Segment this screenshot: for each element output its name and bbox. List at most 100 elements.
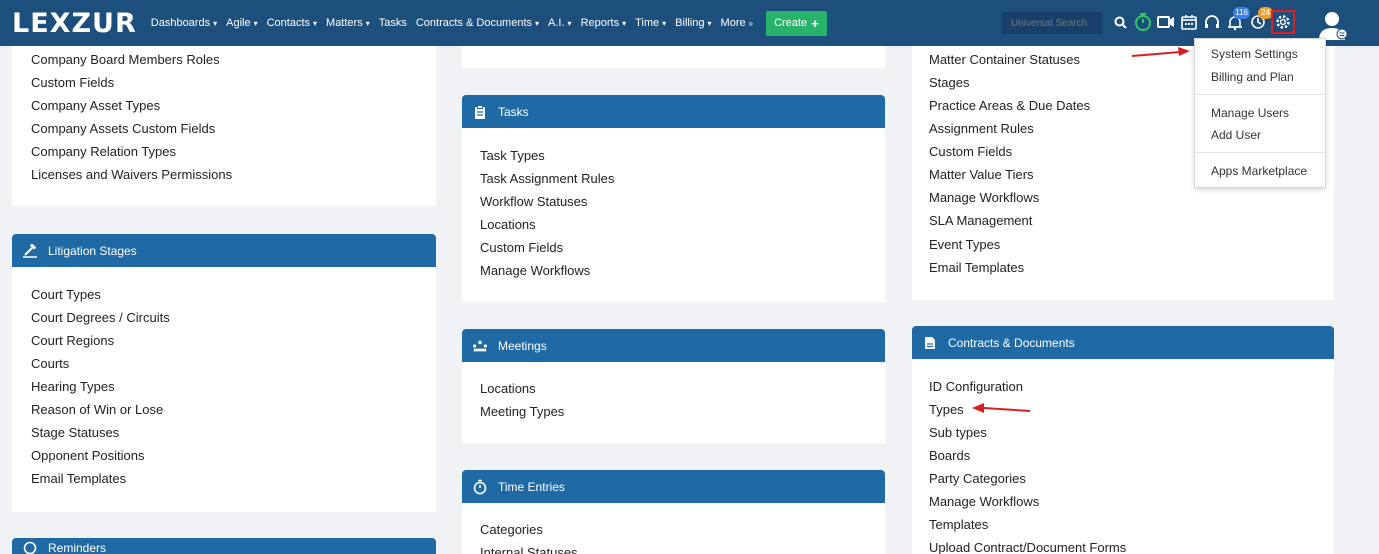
link-practice-areas-due-dates[interactable]: Practice Areas & Due Dates [929,98,1090,113]
nav-contracts-documents[interactable]: Contracts & Documents ▾ [416,17,539,29]
menu-item-system-settings[interactable]: System Settings [1211,47,1298,61]
link-task-locations[interactable]: Locations [480,217,536,232]
link-time-categories[interactable]: Categories [480,522,543,537]
video-icon[interactable] [1156,10,1176,34]
search-icon[interactable] [1110,10,1130,34]
link-matter-custom-fields[interactable]: Custom Fields [929,144,1012,159]
nav-contacts[interactable]: Contacts ▾ [267,17,317,29]
tasks-header: Tasks [462,95,885,128]
link-company-asset-types[interactable]: Company Asset Types [31,98,160,113]
caret-down-icon: ▾ [313,19,318,28]
caret-down-icon: ▾ [707,19,712,28]
link-stage-statuses[interactable]: Stage Statuses [31,425,119,440]
nav-tasks[interactable]: Tasks [379,17,407,29]
link-company-board-members-roles[interactable]: Company Board Members Roles [31,52,220,67]
link-sub-types[interactable]: Sub types [929,425,987,440]
meeting-icon [472,338,488,354]
caret-down-icon: ▾ [365,19,370,28]
link-id-configuration[interactable]: ID Configuration [929,379,1023,394]
link-assignment-rules[interactable]: Assignment Rules [929,121,1034,136]
nav-ai[interactable]: A.I. ▾ [548,17,572,29]
nav-agile[interactable]: Agile ▾ [226,17,257,29]
link-reason-win-lose[interactable]: Reason of Win or Lose [31,402,163,417]
nav-more[interactable]: More» [721,17,754,29]
nav-time[interactable]: Time ▾ [635,17,666,29]
link-meeting-types[interactable]: Meeting Types [480,404,564,419]
nav-reports[interactable]: Reports ▾ [581,17,627,29]
link-event-types[interactable]: Event Types [929,237,1000,252]
link-internal-statuses[interactable]: Internal Statuses [480,545,578,554]
link-meeting-locations[interactable]: Locations [480,381,536,396]
link-matter-manage-workflows[interactable]: Manage Workflows [929,190,1039,205]
menu-divider [1195,94,1325,95]
menu-item-billing-and-plan[interactable]: Billing and Plan [1211,70,1294,84]
timer-icon[interactable] [1133,10,1153,34]
nav-dashboards[interactable]: Dashboards ▾ [151,17,217,29]
middle-top-panel [462,46,885,68]
user-avatar-icon[interactable] [1318,10,1348,40]
document-icon [922,335,938,351]
link-matter-stages[interactable]: Stages [929,75,969,90]
link-court-degrees-circuits[interactable]: Court Degrees / Circuits [31,310,170,325]
bell-icon[interactable]: 116 [1225,7,1250,34]
link-courts[interactable]: Courts [31,356,69,371]
main-nav: Dashboards ▾ Agile ▾ Contacts ▾ Matters ▾ Ta… [151,10,827,36]
link-sla-management[interactable]: SLA Management [929,213,1032,228]
link-task-manage-workflows[interactable]: Manage Workflows [480,263,590,278]
settings-dropdown-menu: System Settings Billing and Plan Manage … [1194,38,1326,188]
link-task-custom-fields[interactable]: Custom Fields [480,240,563,255]
link-contract-types[interactable]: Types [929,402,964,417]
toolbar-icons: 116 24 [1110,7,1298,34]
link-task-types[interactable]: Task Types [480,148,545,163]
panel-title: Tasks [498,104,529,119]
menu-item-add-user[interactable]: Add User [1211,128,1261,142]
menu-item-manage-users[interactable]: Manage Users [1211,106,1289,120]
link-boards[interactable]: Boards [929,448,970,463]
clipboard-icon [472,104,488,120]
create-button[interactable]: Create + [766,10,827,36]
link-contract-templates[interactable]: Templates [929,517,988,532]
link-task-assignment-rules[interactable]: Task Assignment Rules [480,171,614,186]
panel-title: Meetings [498,338,547,353]
link-upload-contract-document-forms[interactable]: Upload Contract/Document Forms [929,540,1126,554]
link-litigation-email-templates[interactable]: Email Templates [31,471,126,486]
plus-icon: + [811,15,819,31]
link-workflow-statuses[interactable]: Workflow Statuses [480,194,587,209]
top-navbar: LEXZUR Dashboards ▾ Agile ▾ Contacts ▾ Matt… [0,0,1379,46]
lexzur-logo[interactable]: LEXZUR [12,10,137,37]
annotation-arrow-system-settings [1131,47,1190,57]
link-company-relation-types[interactable]: Company Relation Types [31,144,176,159]
gear-icon[interactable] [1271,10,1295,34]
link-matter-container-statuses[interactable]: Matter Container Statuses [929,52,1080,67]
double-chevron-down-icon: » [748,19,754,28]
link-opponent-positions[interactable]: Opponent Positions [31,448,144,463]
reminder-icon[interactable]: 24 [1248,7,1273,34]
menu-item-apps-marketplace[interactable]: Apps Marketplace [1211,164,1307,178]
menu-divider [1195,152,1325,153]
clock-icon [22,541,38,554]
nav-billing[interactable]: Billing ▾ [675,17,711,29]
link-company-custom-fields[interactable]: Custom Fields [31,75,114,90]
meetings-header: Meetings [462,329,885,362]
caret-down-icon: ▾ [622,19,627,28]
link-licenses-waivers-permissions[interactable]: Licenses and Waivers Permissions [31,167,232,182]
gavel-icon [22,243,38,259]
litigation-stages-header: Litigation Stages [12,234,436,267]
caret-down-icon: ▾ [662,19,667,28]
universal-search-input[interactable] [1002,12,1102,34]
panel-title: Reminders [48,541,107,554]
link-court-types[interactable]: Court Types [31,287,101,302]
nav-matters[interactable]: Matters ▾ [326,17,370,29]
link-company-assets-custom-fields[interactable]: Company Assets Custom Fields [31,121,215,136]
headset-icon[interactable] [1202,10,1222,34]
link-matter-email-templates[interactable]: Email Templates [929,260,1024,275]
calendar-icon[interactable] [1179,10,1199,34]
link-matter-value-tiers[interactable]: Matter Value Tiers [929,167,1034,182]
caret-down-icon: ▾ [567,19,572,28]
link-court-regions[interactable]: Court Regions [31,333,114,348]
link-party-categories[interactable]: Party Categories [929,471,1026,486]
link-contract-manage-workflows[interactable]: Manage Workflows [929,494,1039,509]
stopwatch-icon [472,479,488,495]
link-hearing-types[interactable]: Hearing Types [31,379,115,394]
contracts-documents-header: Contracts & Documents [912,326,1334,359]
